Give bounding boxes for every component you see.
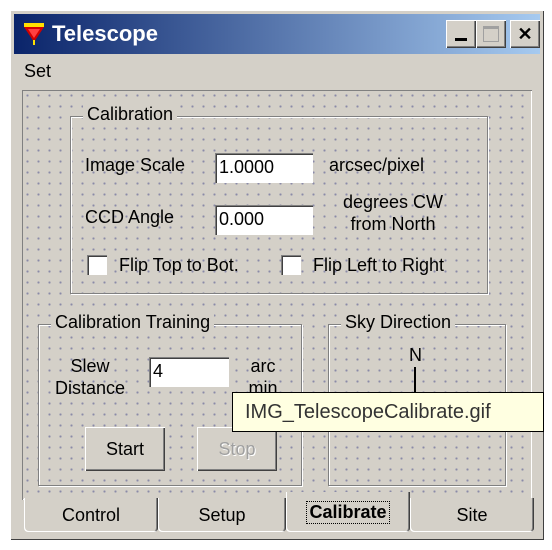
telescope-window: Telescope ✕ Set Calibration Image Scale …: [10, 10, 544, 540]
tab-site-label: Site: [456, 504, 488, 525]
menu-bar: Set: [14, 56, 540, 84]
maximize-button[interactable]: [476, 20, 506, 48]
ccd-angle-label: CCD Angle: [85, 207, 175, 227]
tab-calibrate-label: Calibrate: [306, 500, 390, 524]
minimize-button[interactable]: [446, 20, 476, 48]
training-group-title: Calibration Training: [51, 312, 215, 333]
start-button[interactable]: Start: [85, 427, 165, 471]
slew-distance-input[interactable]: 4: [149, 357, 229, 387]
image-tooltip: IMG_TelescopeCalibrate.gif: [232, 392, 544, 432]
tab-control[interactable]: Control: [24, 498, 158, 532]
flip-top-checkbox[interactable]: [87, 255, 107, 275]
calibrate-panel: Calibration Image Scale 1.0000 arcsec/pi…: [22, 90, 532, 500]
minimize-icon: [455, 37, 467, 41]
close-button[interactable]: ✕: [510, 20, 540, 48]
close-icon: ✕: [517, 23, 533, 44]
telescope-app-icon: [24, 23, 44, 45]
stop-button[interactable]: Stop: [197, 427, 277, 471]
title-bar: Telescope ✕: [14, 14, 540, 54]
tab-setup[interactable]: Setup: [158, 498, 286, 532]
flip-left-label: Flip Left to Right: [313, 255, 445, 275]
calibration-group: Calibration Image Scale 1.0000 arcsec/pi…: [70, 104, 488, 294]
image-scale-input[interactable]: 1.0000: [215, 153, 313, 183]
flip-left-checkbox[interactable]: [281, 255, 301, 275]
sky-north-label: N: [409, 345, 422, 365]
image-scale-unit: arcsec/pixel: [329, 155, 425, 175]
calibration-group-title: Calibration: [83, 104, 178, 125]
ccd-angle-input[interactable]: 0.000: [215, 205, 313, 235]
tab-control-label: Control: [61, 504, 121, 525]
maximize-icon: [483, 26, 499, 42]
sky-direction-title: Sky Direction: [341, 312, 456, 333]
slew-distance-label: Slew Distance: [54, 356, 126, 398]
ccd-angle-unit: degrees CW from North: [342, 192, 444, 234]
tab-setup-label: Setup: [198, 504, 246, 525]
image-scale-label: Image Scale: [85, 155, 186, 175]
window-title: Telescope: [52, 21, 158, 46]
tab-calibrate[interactable]: Calibrate: [286, 492, 410, 532]
flip-top-label: Flip Top to Bot.: [119, 255, 239, 275]
tab-site[interactable]: Site: [410, 498, 534, 532]
menu-set[interactable]: Set: [24, 61, 51, 82]
